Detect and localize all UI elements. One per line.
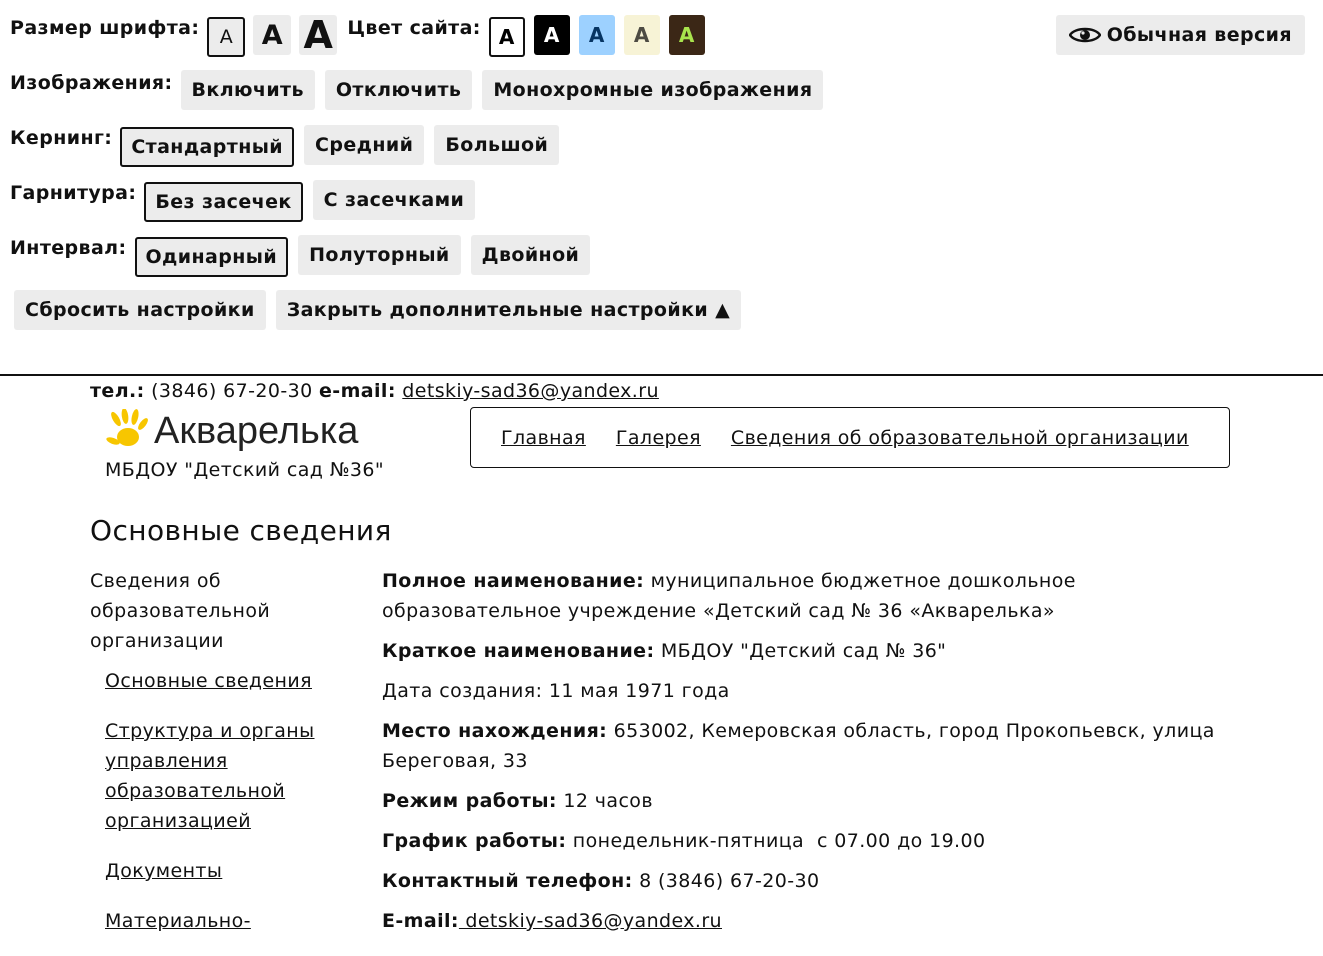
logo-text: Акварелька xyxy=(154,410,359,452)
email-link[interactable]: detskiy-sad36@yandex.ru xyxy=(402,380,659,402)
nav-gallery[interactable]: Галерея xyxy=(616,427,701,449)
contacts-line: тел.: (3846) 67-20-30 e-mail: detskiy-sa… xyxy=(90,380,659,402)
field-short-name: Краткое наименование: МБДОУ "Детский сад… xyxy=(382,636,1242,666)
kerning-row: Кернинг: Стандартный Средний Большой xyxy=(10,125,569,167)
field-label: Краткое наименование: xyxy=(382,640,655,662)
interval-label: Интервал: xyxy=(10,237,127,259)
nav-home[interactable]: Главная xyxy=(501,427,586,449)
images-label: Изображения: xyxy=(10,72,173,94)
field-value: 8 (3846) 67-20-30 xyxy=(632,870,820,892)
field-label: Место нахождения: xyxy=(382,720,608,742)
interval-double-button[interactable]: Двойной xyxy=(470,235,591,275)
kerning-label: Кернинг: xyxy=(10,127,113,149)
close-settings-button[interactable]: Закрыть дополнительные настройки ▲ xyxy=(275,290,742,330)
field-value: понедельник-пятница с 07.00 до 19.00 xyxy=(566,830,986,852)
field-phone: Контактный телефон: 8 (3846) 67-20-30 xyxy=(382,866,1242,896)
field-full-name: Полное наименование: муниципальное бюдже… xyxy=(382,566,1242,626)
panel-actions-row: Сбросить настройки Закрыть дополнительны… xyxy=(14,290,751,330)
font-size-large-button[interactable]: A xyxy=(299,13,338,57)
field-label: E-mail: xyxy=(382,910,459,932)
field-location: Место нахождения: 653002, Кемеровская об… xyxy=(382,716,1242,776)
phone-value: (3846) 67-20-30 xyxy=(151,380,313,402)
color-black-button[interactable]: A xyxy=(533,15,570,55)
font-size-medium-button[interactable]: A xyxy=(253,15,292,55)
field-value: МБДОУ "Детский сад № 36" xyxy=(654,640,947,662)
field-value: Дата создания: 11 мая 1971 года xyxy=(382,680,730,702)
phone-label: тел.: xyxy=(90,380,145,402)
field-created: Дата создания: 11 мая 1971 года xyxy=(382,676,1242,706)
site-logo[interactable]: Акварелька xyxy=(106,409,358,453)
kerning-large-button[interactable]: Большой xyxy=(434,125,560,165)
color-brown-button[interactable]: A xyxy=(668,15,705,55)
field-value: 12 часов xyxy=(556,790,653,812)
sidebar: Сведения об образовательной организации … xyxy=(90,566,350,956)
eye-icon xyxy=(1068,27,1101,43)
field-label: Полное наименование: xyxy=(382,570,645,592)
field-email: E-mail: detskiy-sad36@yandex.ru xyxy=(382,906,1242,936)
font-size-small-button[interactable]: A xyxy=(207,17,246,57)
email-link[interactable]: detskiy-sad36@yandex.ru xyxy=(459,910,722,932)
accessibility-panel: Размер шрифта: A A A Цвет сайта: A A A A… xyxy=(0,0,1323,376)
typeface-label: Гарнитура: xyxy=(10,182,137,204)
color-beige-button[interactable]: A xyxy=(623,15,660,55)
organization-name: МБДОУ "Детский сад №36" xyxy=(105,459,384,481)
field-schedule: График работы: понедельник-пятница с 07.… xyxy=(382,826,1242,856)
kerning-standard-button[interactable]: Стандартный xyxy=(120,127,295,167)
sidebar-item-structure[interactable]: Структура и органы управления образовате… xyxy=(105,716,350,836)
field-label: Режим работы: xyxy=(382,790,557,812)
page-title: Основные сведения xyxy=(90,514,392,547)
field-label: Контактный телефон: xyxy=(382,870,633,892)
normal-version-label: Обычная версия xyxy=(1106,24,1292,46)
main-content: Полное наименование: муниципальное бюдже… xyxy=(382,566,1242,946)
main-nav: Главная Галерея Сведения об образователь… xyxy=(470,407,1230,468)
field-label: График работы: xyxy=(382,830,567,852)
font-size-row: Размер шрифта: A A A Цвет сайта: A A A A… xyxy=(10,13,714,57)
sidebar-item-material[interactable]: Материально- xyxy=(105,906,350,936)
normal-version-button[interactable]: Обычная версия xyxy=(1055,15,1305,55)
reset-settings-button[interactable]: Сбросить настройки xyxy=(14,290,266,330)
images-on-button[interactable]: Включить xyxy=(180,70,315,110)
font-size-label: Размер шрифта: xyxy=(10,17,200,39)
site-color-label: Цвет сайта: xyxy=(347,17,481,39)
images-mono-button[interactable]: Монохромные изображения xyxy=(482,70,824,110)
color-blue-button[interactable]: A xyxy=(578,15,615,55)
images-row: Изображения: Включить Отключить Монохром… xyxy=(10,70,833,110)
email-label: e-mail: xyxy=(319,380,396,402)
nav-org-info[interactable]: Сведения об образовательной организации xyxy=(731,427,1189,449)
hand-palm-icon xyxy=(106,409,148,446)
sidebar-item-basic-info[interactable]: Основные сведения xyxy=(105,666,350,696)
typeface-sans-button[interactable]: Без засечек xyxy=(144,182,303,222)
typeface-serif-button[interactable]: С засечками xyxy=(312,180,476,220)
images-off-button[interactable]: Отключить xyxy=(324,70,473,110)
kerning-medium-button[interactable]: Средний xyxy=(304,125,425,165)
interval-row: Интервал: Одинарный Полуторный Двойной xyxy=(10,235,600,277)
typeface-row: Гарнитура: Без засечек С засечками xyxy=(10,180,485,222)
sidebar-heading: Сведения об образовательной организации xyxy=(90,570,271,652)
sidebar-item-documents[interactable]: Документы xyxy=(105,856,350,886)
interval-onehalf-button[interactable]: Полуторный xyxy=(298,235,461,275)
interval-single-button[interactable]: Одинарный xyxy=(134,237,289,277)
field-work-mode: Режим работы: 12 часов xyxy=(382,786,1242,816)
color-white-button[interactable]: A xyxy=(488,17,525,57)
